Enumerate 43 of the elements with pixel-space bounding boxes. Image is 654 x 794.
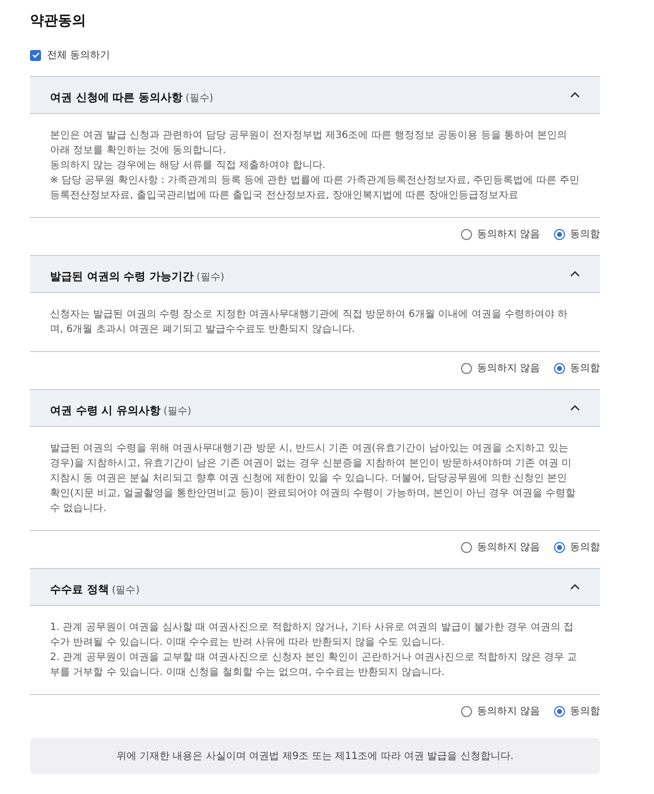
section-title: 여권 신청에 따른 동의사항 [50, 90, 182, 104]
radio-icon[interactable] [554, 542, 565, 552]
section-title: 수수료 정책 [50, 582, 109, 596]
radio-option[interactable]: 동의하지 않음 [460, 227, 540, 241]
radio-option[interactable]: 동의하지 않음 [460, 540, 540, 554]
required-label: (필수) [196, 272, 224, 282]
required-label: (필수) [186, 92, 214, 104]
radio-option[interactable]: 동의하지 않음 [460, 704, 540, 718]
required-label: (필수) [112, 584, 140, 596]
section-header[interactable]: 수수료 정책 (필수) [30, 568, 600, 606]
radio-icon[interactable] [554, 706, 565, 716]
terms-text: 2. 관계 공무원이 여권을 교부할 때 여권사진으로 신청자 본인 확인이 곤란하거나 여권사진으로 적합하지 않은 경우 교부를 거부할 수 있습니다. 이때 신청을 철회할 수는 없으며, 수수료는 반환되지 않습니다. [50, 651, 578, 680]
radio-option[interactable]: 동의함 [554, 361, 600, 375]
radio-icon[interactable] [460, 228, 472, 240]
chevron-up-icon[interactable] [570, 405, 580, 411]
section-title: 여권 수령 시 유의사항 [50, 404, 160, 416]
radio-option[interactable]: 동의함 [554, 540, 600, 554]
radio-option[interactable]: 동의함 [554, 227, 600, 241]
radio-icon[interactable] [554, 228, 565, 240]
section-title: 발급된 여권의 수령 가능기간 [50, 270, 194, 282]
terms-text: 본인은 여권 발급 신청과 관련하여 담당 공무원이 전자정부법 제36조에 따른 행정정보 공동이용 등을 통하여 본인의 아래 정보를 확인하는 것에 동의합니다. [50, 129, 568, 158]
radio-icon[interactable] [460, 542, 472, 552]
terms-text: 신청자는 발급된 여권의 수령 장소로 지정한 여권사무대행기관에 직접 방문하여 6개월 이내에 여권을 수령하여야 하며, 6개월 초과시 여권은 폐기되고 발급수수료도 반환되지 않습니다. [50, 308, 569, 337]
required-label: (필수) [164, 406, 192, 416]
section-header[interactable]: 발급된 여권의 수령 가능기간 (필수) [30, 255, 600, 293]
notice-box: 위에 기재한 내용은 사실이며 여권법 제9조 또는 제11조에 따라 여권 발급을 신청합니다. [30, 738, 600, 774]
checkbox-icon[interactable] [30, 50, 41, 60]
section-header[interactable]: 여권 수령 시 유의사항 (필수) [30, 389, 600, 427]
radio-icon[interactable] [554, 362, 565, 374]
section-header[interactable]: 여권 신청에 따른 동의사항 (필수) [30, 76, 600, 114]
page-title: 약관동의 [30, 12, 87, 30]
radio-option[interactable]: 동의함 [554, 704, 600, 718]
terms-text: 발급된 여권의 수령을 위해 여권사무대행기관 방문 시, 반드시 기존 여권(유효기간이 남아있는 여권을 소지하고 있는 경우)을 지참하시고, 유효기간이 남은 기존 여권이 없는 경우 신분증을 지참하여 본인이 방문하셔야하며 기존 여권 미지참시 동 여권은 분실 처리되고 향후 여권 신청에 제한이 있을 수 있습니다. 더불어, 담당공무원에 의한 신청인 본인 확인(지문 비교, 얼굴촬영을 통한안면비교 등)이 완료되어야 여권의 수령이 가능하며, 본인이 아닌 경우 여권을 수령할 수 없습니다. [50, 442, 576, 516]
terms-text: ※ 담당 공무원 확인사항 : 가족관계의 등록 등에 관한 법률에 따른 가족관계등록전산정보자료, 주민등록법에 따른 주민등록전산정보자료, 출입국관리법에 따른 출입국 전산정보자료, 장애인복지법에 따른 장애인등급정보자료 [50, 174, 580, 203]
chevron-up-icon[interactable] [570, 271, 580, 277]
agree-all-checkbox[interactable]: 전체 동의하기 [30, 48, 110, 62]
terms-text: 동의하지 않는 경우에는 해당 서류를 직접 제출하여야 합니다. [50, 159, 326, 173]
chevron-up-icon[interactable] [570, 584, 580, 590]
radio-icon[interactable] [460, 362, 472, 374]
terms-text: 1. 관계 공무원이 여권을 심사할 때 여권사진으로 적합하지 않거나, 기타 사유로 여권의 발급이 불가한 경우 여권의 접수가 반려될 수 있습니다. 이때 수수료는 반려 사유에 따라 반환되지 않을 수도 있습니다. [50, 621, 575, 650]
radio-icon[interactable] [460, 706, 472, 716]
radio-option[interactable]: 동의하지 않음 [460, 361, 540, 375]
chevron-up-icon[interactable] [570, 92, 580, 98]
